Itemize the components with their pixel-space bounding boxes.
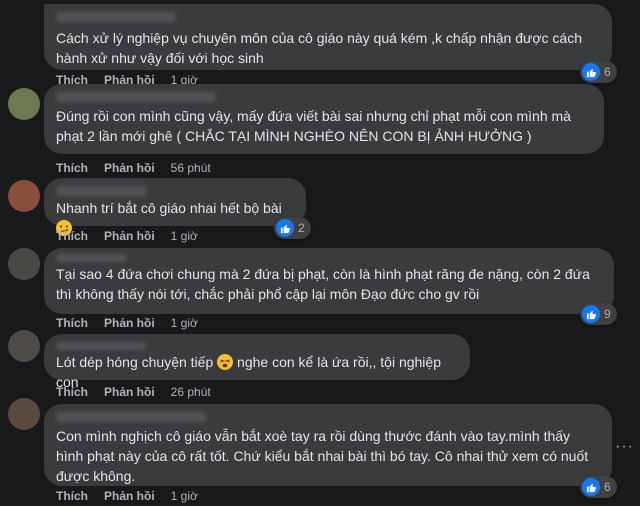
like-link[interactable]: Thích [56, 229, 88, 243]
reaction-count[interactable]: 9 [580, 303, 617, 325]
avatar[interactable] [8, 248, 40, 280]
reaction-count[interactable]: 2 [274, 217, 311, 239]
commenter-name[interactable] [56, 92, 216, 102]
comment-actions: Thích Phản hồi 1 giờ [56, 229, 198, 243]
comment-bubble: Đúng rồi con mình cũng vậy, mấy đứa viết… [44, 84, 604, 154]
reaction-number: 6 [604, 65, 611, 79]
timestamp[interactable]: 56 phút [171, 161, 211, 175]
tired-emoji-icon [217, 354, 234, 370]
comment-text: Cách xử lý nghiệp vụ chuyên môn của cô g… [56, 30, 583, 66]
like-icon [582, 305, 600, 323]
commenter-name[interactable] [56, 254, 126, 262]
commenter-name[interactable] [56, 186, 146, 196]
like-link[interactable]: Thích [56, 316, 88, 330]
timestamp[interactable]: 1 giờ [171, 489, 198, 503]
like-link[interactable]: Thích [56, 489, 88, 503]
like-icon [582, 478, 600, 496]
comment-bubble: Con mình nghịch cô giáo vẫn bắt xoè tay … [44, 404, 612, 486]
comment-bubble: Tại sao 4 đứa chơi chung mà 2 đứa bị phạ… [44, 248, 614, 314]
reply-link[interactable]: Phản hồi [104, 229, 155, 243]
timestamp[interactable]: 1 giờ [171, 229, 198, 243]
timestamp[interactable]: 26 phút [171, 385, 211, 399]
reply-link[interactable]: Phản hồi [104, 385, 155, 399]
reply-link[interactable]: Phản hồi [104, 316, 155, 330]
comment-actions: Thích Phản hồi 56 phút [56, 161, 211, 175]
reaction-count[interactable]: 6 [580, 61, 617, 83]
comment-bubble: Lót dép hóng chuyện tiếp nghe con kể là … [44, 334, 470, 390]
commenter-name[interactable] [56, 12, 176, 22]
like-icon [582, 63, 600, 81]
like-link[interactable]: Thích [56, 161, 88, 175]
reply-link[interactable]: Phản hồi [104, 161, 155, 175]
like-link[interactable]: Thích [56, 385, 88, 399]
avatar[interactable] [8, 88, 40, 120]
comment-bubble: Cách xử lý nghiệp vụ chuyên môn của cô g… [44, 4, 612, 70]
reply-link[interactable]: Phản hồi [104, 489, 155, 503]
reaction-number: 6 [604, 480, 611, 494]
more-options-icon[interactable]: ··· [615, 438, 634, 456]
like-icon [276, 219, 294, 237]
reaction-count[interactable]: 6 [580, 476, 617, 498]
comment-text: Tại sao 4 đứa chơi chung mà 2 đứa bị phạ… [56, 266, 590, 302]
reaction-number: 9 [604, 307, 611, 321]
commenter-name[interactable] [56, 412, 206, 422]
comment-bubble: Nhanh trí bắt cô giáo nhai hết bộ bài [44, 178, 306, 236]
commenter-name[interactable] [56, 342, 146, 350]
avatar[interactable] [8, 330, 40, 362]
reaction-number: 2 [298, 221, 305, 235]
comment-text: Đúng rồi con mình cũng vậy, mấy đứa viết… [56, 108, 571, 144]
comment-text-content: Nhanh trí bắt cô giáo nhai hết bộ bài [56, 200, 282, 216]
comment-actions: Thích Phản hồi 26 phút [56, 385, 211, 399]
comment-actions: Thích Phản hồi 1 giờ [56, 489, 198, 503]
comment-text-before: Lót dép hóng chuyện tiếp [56, 354, 214, 370]
avatar[interactable] [8, 398, 40, 430]
comment-actions: Thích Phản hồi 1 giờ [56, 316, 198, 330]
comment-text: Con mình nghịch cô giáo vẫn bắt xoè tay … [56, 428, 589, 484]
timestamp[interactable]: 1 giờ [171, 316, 198, 330]
avatar[interactable] [8, 180, 40, 212]
